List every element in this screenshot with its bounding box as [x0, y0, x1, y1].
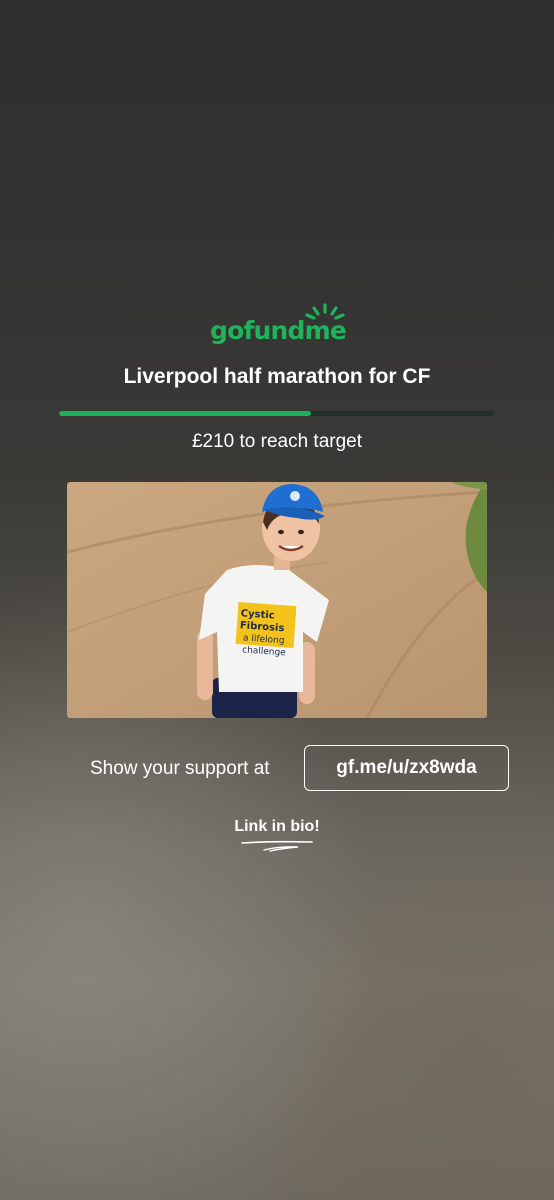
logo-wrap: gofundme	[207, 300, 347, 346]
fundraiser-link[interactable]: gf.me/u/zx8wda	[304, 745, 509, 791]
gofundme-logo: gofundme	[0, 300, 554, 350]
support-label: Show your support at	[90, 758, 270, 779]
link-in-bio-text: Link in bio!	[234, 818, 320, 835]
story-canvas: gofundme Liverpool half marathon for CF …	[0, 0, 554, 1200]
fundraiser-photo: Cystic Fibrosis a lifelong challenge	[67, 482, 487, 718]
logo-wordmark: gofundme	[210, 316, 347, 345]
remaining-amount: £210 to reach target	[191, 431, 363, 452]
fundraiser-title: Liverpool half marathon for CF	[123, 365, 431, 388]
progress-fill	[59, 411, 312, 416]
photo-illustration: Cystic Fibrosis a lifelong challenge	[67, 482, 487, 718]
swoosh-underline-icon	[241, 840, 313, 852]
progress-bar	[59, 411, 494, 416]
